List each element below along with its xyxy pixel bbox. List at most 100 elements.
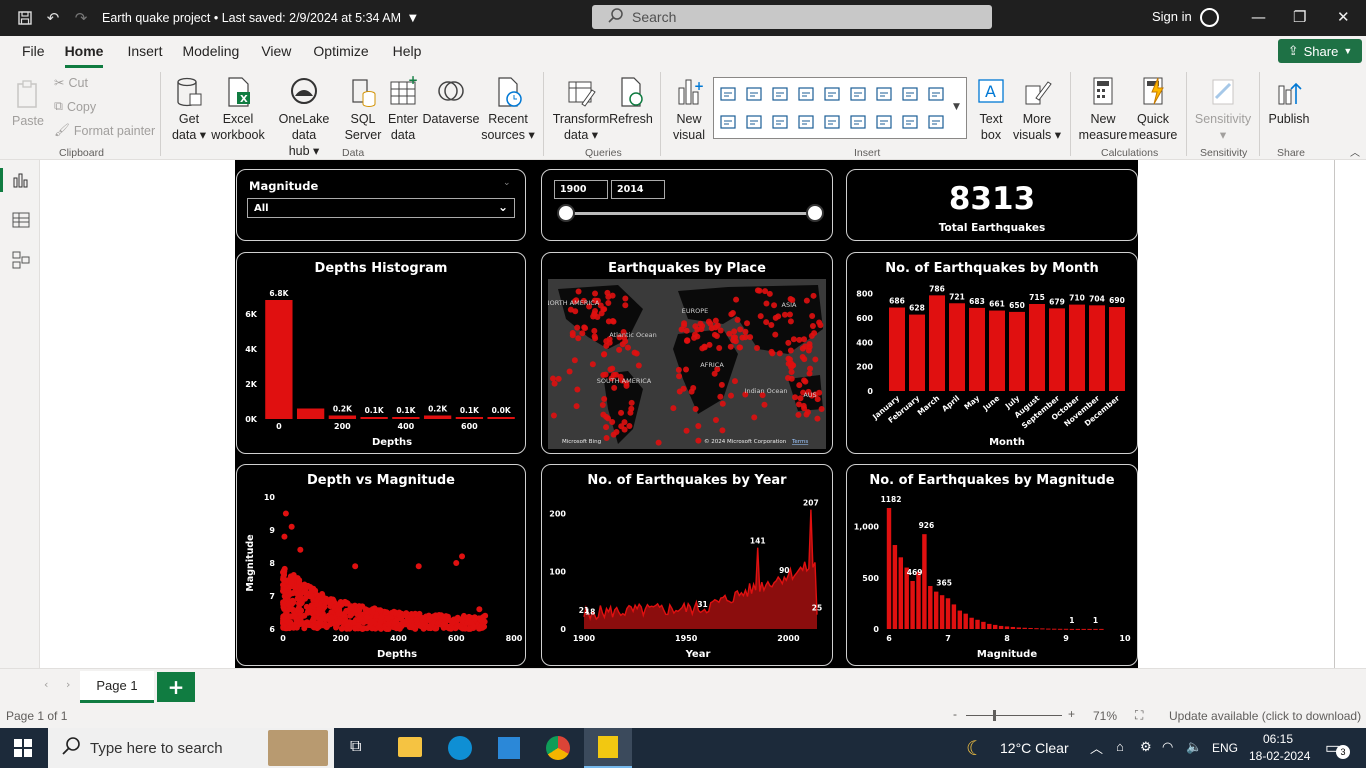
year-from-input[interactable]: 1900 xyxy=(554,180,608,199)
minimize-icon[interactable]: — xyxy=(1251,8,1266,26)
gauge-icon[interactable] xyxy=(822,112,842,132)
save-icon[interactable] xyxy=(14,7,36,29)
tab-modeling[interactable]: Modeling xyxy=(182,43,239,68)
100-bar-icon[interactable] xyxy=(822,84,842,104)
search-input[interactable]: Search xyxy=(592,5,992,29)
matrix-icon[interactable] xyxy=(926,112,946,132)
weather-text[interactable]: 12°C Clear xyxy=(1000,740,1069,756)
restore-icon[interactable]: ❐ xyxy=(1293,8,1306,26)
power-bi-taskbar-button[interactable] xyxy=(584,728,632,768)
share-button[interactable]: ⇪ Share ▼ xyxy=(1278,39,1362,63)
prev-page-icon[interactable]: ‹ xyxy=(44,678,48,691)
tab-home[interactable]: Home xyxy=(64,43,104,68)
treemap-icon[interactable] xyxy=(770,112,790,132)
by-year-visual[interactable]: No. of Earthquakes by Year 0 100 200 1900 19… xyxy=(541,464,833,666)
magnitude-dropdown[interactable]: All ⌄ xyxy=(247,198,515,218)
new-measure-button[interactable]: New measure xyxy=(1078,76,1128,143)
store-icon[interactable] xyxy=(498,737,520,759)
volume-icon[interactable]: 🔈 xyxy=(1186,739,1202,755)
pie-chart-icon[interactable] xyxy=(718,112,738,132)
chevron-up-icon[interactable]: ︿ xyxy=(1090,738,1103,757)
transform-data-button[interactable]: Transform data ▾ xyxy=(552,76,610,143)
report-view-icon[interactable] xyxy=(11,170,31,190)
undo-icon[interactable]: ↶ xyxy=(42,7,64,29)
zoom-in-button[interactable]: + xyxy=(1068,707,1075,721)
ribbon-chart-icon[interactable] xyxy=(926,84,946,104)
multi-row-card-icon[interactable] xyxy=(874,112,894,132)
windows-start-icon[interactable] xyxy=(14,739,32,760)
zoom-out-button[interactable]: - xyxy=(953,707,957,721)
clock-date[interactable]: 18-02-2024 xyxy=(1249,749,1310,763)
table-icon[interactable] xyxy=(900,112,920,132)
earthquakes-map-visual[interactable]: Earthquakes by Place NORTH AMERICA EUROPE… xyxy=(541,252,833,454)
input-method-icon[interactable]: ⚙ xyxy=(1140,739,1152,755)
edge-icon[interactable] xyxy=(448,736,472,760)
text-box-button[interactable]: A Text box xyxy=(972,76,1010,143)
sql-server-button[interactable]: SQL Server xyxy=(344,76,382,143)
avatar[interactable] xyxy=(1200,8,1219,27)
clock-time[interactable]: 06:15 xyxy=(1263,732,1293,746)
slicer-chevron-icon[interactable]: ⌄ xyxy=(503,178,511,188)
excel-workbook-button[interactable]: X Excel workbook xyxy=(210,76,266,143)
by-month-visual[interactable]: No. of Earthquakes by Month 0 200 400 600 80… xyxy=(846,252,1138,454)
area-chart-icon[interactable] xyxy=(900,84,920,104)
depth-vs-magnitude-visual[interactable]: Depth vs Magnitude 6 7 8 9 10 0 200 400 600 800 Ma… xyxy=(236,464,526,666)
slider-handle-end[interactable] xyxy=(806,204,824,222)
fit-to-page-icon[interactable]: ⛶ xyxy=(1135,708,1143,723)
by-magnitude-visual[interactable]: No. of Earthquakes by Magnitude 0 500 1,00… xyxy=(846,464,1138,666)
clustered-column-icon[interactable] xyxy=(796,84,816,104)
page-tab-page-1[interactable]: Page 1 xyxy=(80,671,154,703)
taskbar-search[interactable]: Type here to search xyxy=(48,728,334,768)
model-view-icon[interactable] xyxy=(11,250,31,270)
new-visual-button[interactable]: + New visual xyxy=(668,76,710,143)
dataverse-button[interactable]: Dataverse xyxy=(423,76,480,127)
line-chart-icon[interactable] xyxy=(874,84,894,104)
cut-button[interactable]: ✂ Cut xyxy=(54,75,88,91)
tab-file[interactable]: File xyxy=(22,43,45,68)
onelake-hub-button[interactable]: OneLake data hub ▾ xyxy=(266,76,342,159)
donut-chart-icon[interactable] xyxy=(744,112,764,132)
chrome-icon[interactable] xyxy=(546,736,570,760)
stacked-bar-icon[interactable] xyxy=(718,84,738,104)
paste-button[interactable]: Paste xyxy=(10,78,46,129)
chevron-down-icon[interactable]: ▼ xyxy=(409,13,417,24)
earthquake-map[interactable]: NORTH AMERICA EUROPE ASIA Atlantic Ocean AFR… xyxy=(548,279,826,449)
clustered-bar-icon[interactable] xyxy=(770,84,790,104)
table-view-icon[interactable] xyxy=(11,210,31,230)
next-page-icon[interactable]: › xyxy=(66,678,70,691)
publish-button[interactable]: Publish xyxy=(1266,76,1312,127)
update-available-link[interactable]: Update available (click to download) xyxy=(1169,709,1361,723)
task-view-icon[interactable]: ⧉ xyxy=(350,738,361,756)
refresh-button[interactable]: Refresh xyxy=(609,76,653,127)
redo-icon[interactable]: ↷ xyxy=(70,7,92,29)
meet-now-icon[interactable]: ⌂ xyxy=(1116,739,1124,754)
year-to-input[interactable]: 2014 xyxy=(611,180,665,199)
copy-button[interactable]: ⧉ Copy xyxy=(54,99,96,114)
add-page-button[interactable]: + xyxy=(157,672,195,702)
100-column-icon[interactable] xyxy=(848,84,868,104)
format-painter-button[interactable]: 🖌 Format painter xyxy=(54,123,155,138)
gallery-expand-icon[interactable]: ▼ xyxy=(953,102,960,112)
enter-data-button[interactable]: + Enter data xyxy=(385,76,421,143)
zoom-slider-thumb[interactable] xyxy=(993,710,996,721)
card-icon[interactable] xyxy=(848,112,868,132)
slider-handle-start[interactable] xyxy=(557,204,575,222)
depths-histogram-visual[interactable]: Depths Histogram 0K 2K 4K 6K 6.8K 0.2K 0.1K 0.1… xyxy=(236,252,526,454)
file-explorer-icon[interactable] xyxy=(398,737,422,757)
quick-measure-button[interactable]: Quick measure xyxy=(1128,76,1178,143)
map-icon[interactable] xyxy=(796,112,816,132)
sensitivity-button[interactable]: Sensitivity ▾ xyxy=(1194,76,1252,143)
tab-insert[interactable]: Insert xyxy=(127,43,162,68)
tab-optimize[interactable]: Optimize xyxy=(313,43,368,68)
language-indicator[interactable]: ENG xyxy=(1212,741,1238,755)
recent-sources-button[interactable]: Recent sources ▾ xyxy=(479,76,537,143)
stacked-column-icon[interactable] xyxy=(744,84,764,104)
close-icon[interactable]: ✕ xyxy=(1337,8,1350,26)
more-visuals-button[interactable]: More visuals ▾ xyxy=(1010,76,1064,143)
sign-in-link[interactable]: Sign in xyxy=(1152,9,1192,24)
tab-view[interactable]: View xyxy=(261,43,291,68)
zoom-slider[interactable] xyxy=(966,715,1062,716)
get-data-button[interactable]: Get data ▾ xyxy=(170,76,208,143)
tab-help[interactable]: Help xyxy=(393,43,422,68)
collapse-ribbon-icon[interactable]: ︿ xyxy=(1350,144,1360,159)
